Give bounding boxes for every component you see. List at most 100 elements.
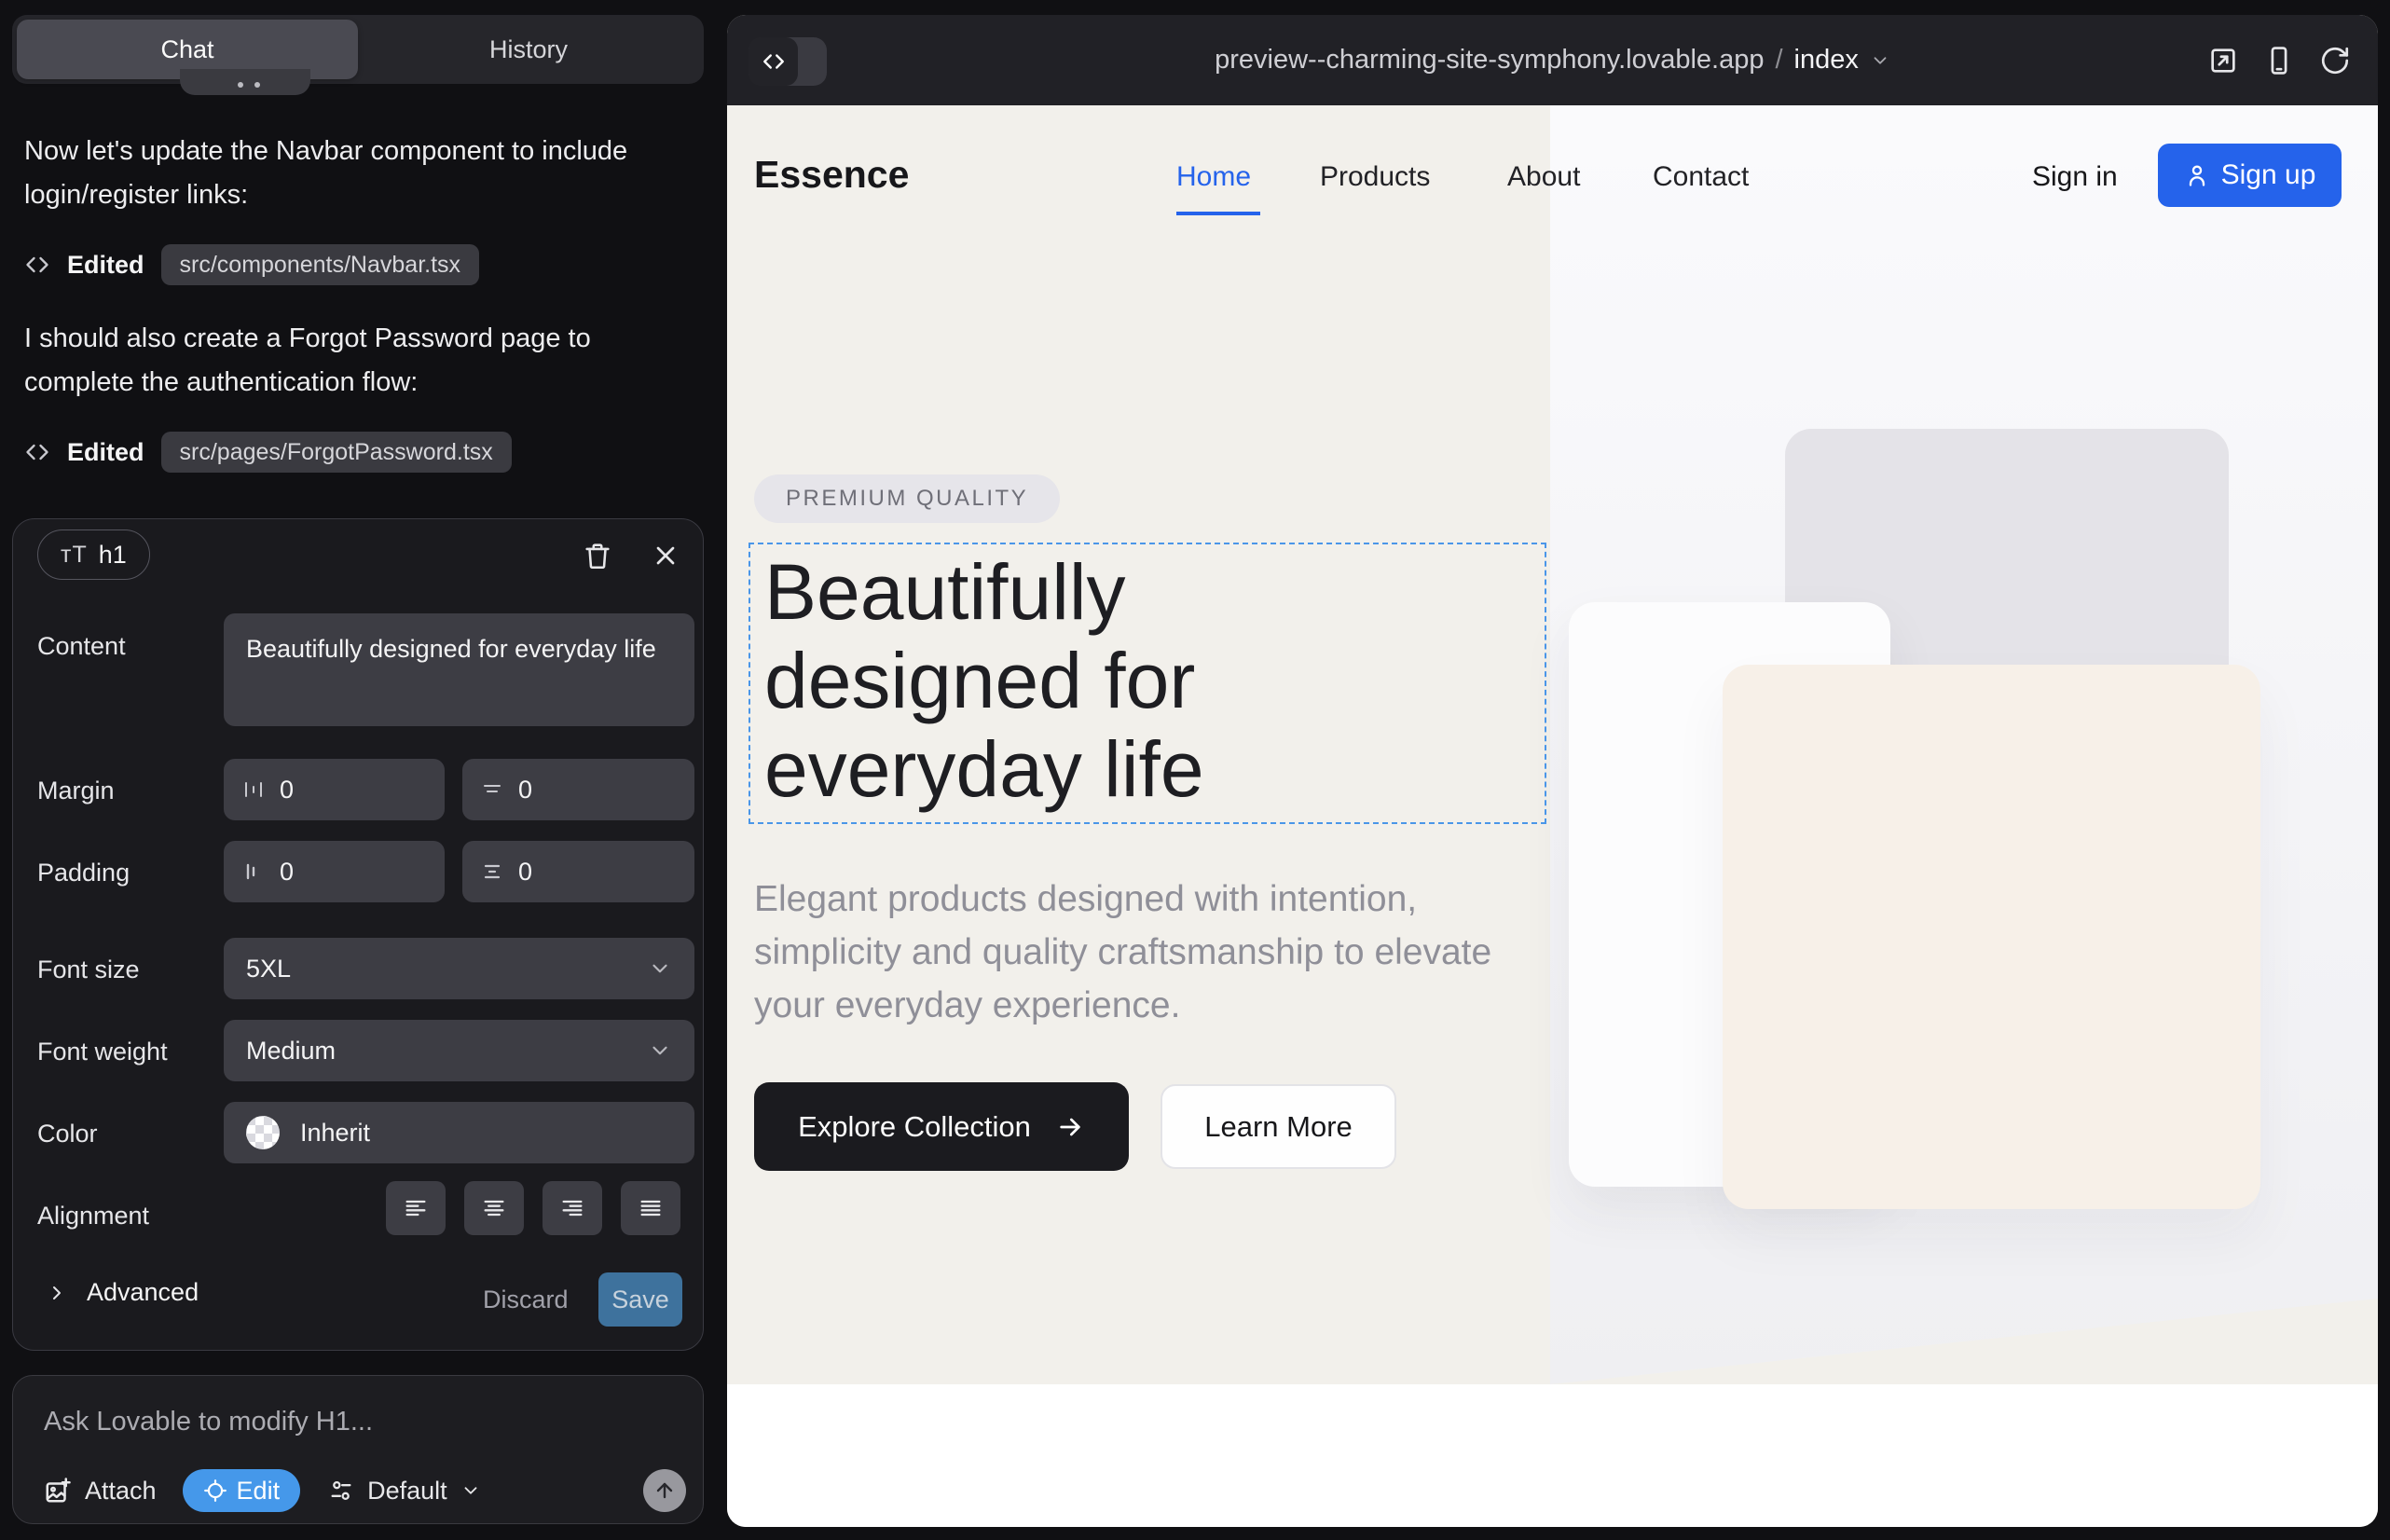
edited-file-row: Edited src/pages/ForgotPassword.tsx [24, 432, 512, 473]
selected-h1-outline[interactable]: Beautifully designed for everyday life [749, 543, 1546, 824]
attach-button[interactable]: Attach [44, 1477, 157, 1506]
code-icon [24, 252, 50, 278]
send-button[interactable] [643, 1469, 686, 1512]
premium-quality-badge: PREMIUM QUALITY [754, 474, 1060, 523]
edited-file-badge[interactable]: src/components/Navbar.tsx [161, 244, 480, 285]
chat-history-tabbar: Chat History [12, 15, 704, 84]
url-host: preview--charming-site-symphony.lovable.… [1215, 45, 1764, 76]
sign-in-link[interactable]: Sign in [2032, 161, 2118, 193]
chevron-down-icon [648, 956, 672, 981]
open-external-button[interactable] [2207, 45, 2239, 76]
learn-more-button[interactable]: Learn More [1161, 1084, 1396, 1169]
align-left-button[interactable] [386, 1181, 446, 1235]
mobile-preview-button[interactable] [2263, 45, 2295, 76]
margin-y-value: 0 [518, 776, 532, 804]
edited-file-badge[interactable]: src/pages/ForgotPassword.tsx [161, 432, 512, 473]
url-page: index [1794, 45, 1859, 76]
chevron-down-icon [460, 1480, 481, 1501]
sign-up-button[interactable]: Sign up [2158, 144, 2342, 207]
refresh-icon [2319, 45, 2351, 76]
chevron-right-icon [46, 1282, 68, 1304]
edited-file-row: Edited src/components/Navbar.tsx [24, 244, 479, 285]
chevron-down-icon [648, 1038, 672, 1063]
chevron-down-icon [1870, 50, 1890, 71]
arrow-right-icon [1055, 1112, 1085, 1142]
alignment-group [13, 1181, 705, 1235]
prompt-composer[interactable]: Ask Lovable to modify H1... Attach Edit … [12, 1375, 704, 1524]
delete-element-button[interactable] [577, 535, 618, 576]
color-label: Color [37, 1120, 98, 1148]
edit-action-label: Edited [67, 438, 144, 467]
target-icon [203, 1478, 227, 1503]
chat-message: I should also create a Forgot Password p… [24, 317, 667, 405]
save-button[interactable]: Save [598, 1272, 682, 1327]
advanced-toggle[interactable]: Advanced [46, 1278, 199, 1307]
nav-link-contact[interactable]: Contact [1653, 161, 1749, 193]
attach-label: Attach [85, 1477, 157, 1506]
headline-line: Beautifully [764, 548, 1204, 637]
margin-horizontal-icon [242, 778, 265, 801]
headline-line: everyday life [764, 725, 1204, 814]
mode-select[interactable]: Default [328, 1477, 481, 1506]
trash-icon [582, 540, 613, 571]
padding-horizontal-icon [242, 860, 265, 883]
margin-y-input[interactable]: 0 [462, 759, 694, 820]
nav-link-products[interactable]: Products [1320, 161, 1430, 193]
color-value: Inherit [300, 1119, 370, 1148]
smartphone-icon [2263, 45, 2295, 76]
padding-x-value: 0 [280, 858, 294, 887]
padding-label: Padding [37, 859, 130, 887]
discard-button[interactable]: Discard [483, 1286, 569, 1314]
headline-line: designed for [764, 637, 1204, 725]
align-center-button[interactable] [464, 1181, 524, 1235]
element-tag-label: h1 [99, 541, 127, 570]
sign-up-label: Sign up [2221, 159, 2316, 191]
align-right-button[interactable] [543, 1181, 602, 1235]
explore-collection-button[interactable]: Explore Collection [754, 1082, 1129, 1171]
color-swatch-icon [246, 1116, 280, 1149]
align-center-icon [481, 1195, 507, 1221]
edit-mode-button[interactable]: Edit [183, 1469, 301, 1512]
arrow-up-icon [653, 1479, 676, 1502]
url-bar[interactable]: preview--charming-site-symphony.lovable.… [727, 15, 2378, 105]
padding-vertical-icon [481, 860, 503, 883]
tab-history[interactable]: History [358, 20, 699, 79]
padding-y-value: 0 [518, 858, 532, 887]
margin-x-input[interactable]: 0 [224, 759, 445, 820]
content-label: Content [37, 632, 126, 661]
font-weight-select[interactable]: Medium [224, 1020, 694, 1081]
decor-card-cream [1723, 665, 2260, 1209]
element-editor-panel: тT h1 Content Beautifully designed for e… [12, 518, 704, 1351]
section-below-hero [727, 1384, 2378, 1527]
refresh-button[interactable] [2319, 45, 2351, 76]
preview-browser: preview--charming-site-symphony.lovable.… [727, 15, 2378, 1527]
nav-link-home[interactable]: Home [1176, 161, 1251, 193]
padding-y-input[interactable]: 0 [462, 841, 694, 902]
url-separator: / [1775, 45, 1782, 76]
code-icon [24, 439, 50, 465]
align-justify-button[interactable] [621, 1181, 680, 1235]
edit-mode-label: Edit [237, 1477, 281, 1506]
explore-collection-label: Explore Collection [798, 1110, 1031, 1144]
font-size-value: 5XL [246, 955, 291, 983]
advanced-label: Advanced [87, 1278, 199, 1307]
hero-description: Elegant products designed with intention… [754, 873, 1518, 1032]
browser-chrome: preview--charming-site-symphony.lovable.… [727, 15, 2378, 105]
sliders-icon [328, 1478, 354, 1504]
user-icon [2184, 162, 2210, 188]
content-input[interactable]: Beautifully designed for everyday life [224, 613, 694, 726]
chat-message: Now let's update the Navbar component to… [24, 130, 667, 217]
nav-link-about[interactable]: About [1507, 161, 1580, 193]
close-editor-button[interactable] [645, 535, 686, 576]
align-left-icon [403, 1195, 429, 1221]
prompt-placeholder: Ask Lovable to modify H1... [44, 1407, 373, 1437]
image-plus-icon [44, 1477, 72, 1505]
selected-element-tag: тT h1 [37, 529, 150, 580]
color-select[interactable]: Inherit [224, 1102, 694, 1163]
font-size-label: Font size [37, 956, 140, 984]
site-logo[interactable]: Essence [754, 153, 909, 197]
padding-x-input[interactable]: 0 [224, 841, 445, 902]
prompt-toolbar: Attach Edit Default [44, 1469, 686, 1512]
cream-wedge [1550, 1299, 2378, 1384]
font-size-select[interactable]: 5XL [224, 938, 694, 999]
